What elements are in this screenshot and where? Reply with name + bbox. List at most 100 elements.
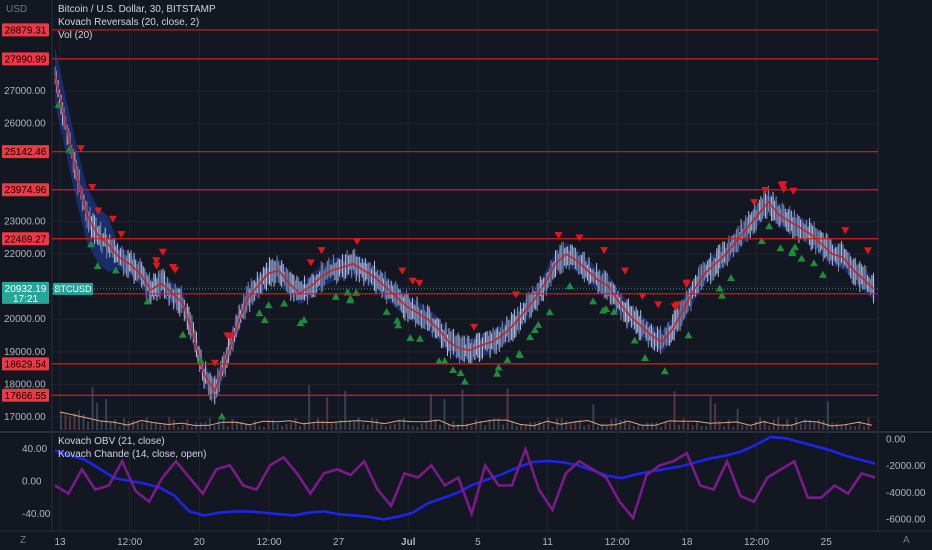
legend-chande[interactable]: Kovach Chande (14, close, open) [58, 449, 206, 460]
volume-bar [100, 421, 103, 430]
volume-bar [840, 425, 843, 430]
x-tick-label: Jul [401, 537, 416, 548]
volume-bar [159, 424, 162, 430]
volume-bar [754, 421, 757, 430]
x-tick-label: 5 [475, 537, 481, 548]
x-tick-label: 18 [681, 537, 693, 548]
signal-up-marker [515, 349, 524, 357]
volume-bar [344, 390, 347, 430]
volume-bar [849, 425, 852, 430]
volume-bar [718, 420, 721, 430]
volume-bar [515, 425, 518, 430]
volume-bar [786, 419, 789, 430]
volume-bar [384, 426, 387, 430]
signal-up-marker [217, 412, 226, 420]
volume-bar [524, 424, 527, 430]
volume-bar [371, 417, 374, 430]
volume-bar [529, 422, 532, 430]
volume-bar [362, 423, 365, 430]
volume-bar [263, 426, 265, 430]
volume-bar [109, 421, 112, 430]
legend-obv[interactable]: Kovach OBV (21, close) [58, 436, 165, 447]
indicator-left-tick: -40.00 [22, 509, 51, 520]
volume-bar [443, 399, 446, 430]
volume-bar [348, 420, 351, 430]
y-tick-label: 17000.00 [4, 412, 46, 423]
level-label: 27990.99 [5, 54, 47, 65]
volume-bar [91, 387, 94, 430]
signal-up-marker [255, 309, 264, 317]
volume-bar [551, 426, 554, 430]
volume-bar [217, 420, 220, 430]
volume-bar [168, 417, 171, 430]
volume-bar [709, 396, 712, 430]
signal-down-marker [317, 247, 326, 255]
signal-down-marker [621, 267, 630, 275]
signal-down-marker [511, 291, 520, 299]
legend-volume[interactable]: Vol (20) [58, 30, 92, 41]
x-tick-label: 13 [54, 537, 66, 548]
volume-bar [813, 421, 816, 430]
volume-bar [244, 424, 247, 430]
indicator-left-tick: 0.00 [22, 477, 42, 488]
volume-bar [389, 424, 392, 430]
volume-bar [641, 424, 644, 430]
signal-down-marker [470, 323, 479, 331]
signal-up-marker [393, 316, 402, 324]
y-tick-label: 19000.00 [4, 347, 46, 358]
y-tick-label: 23000.00 [4, 216, 46, 227]
signal-up-marker [589, 297, 598, 305]
zoom-corner-button[interactable]: Z [20, 535, 26, 546]
volume-bar [506, 388, 509, 430]
volume-bar [177, 426, 180, 430]
level-label: 23974.96 [5, 185, 47, 196]
y-tick-label: 22000.00 [4, 249, 46, 260]
volume-bar [380, 422, 383, 430]
volume-bar [484, 425, 487, 430]
x-tick-label: 27 [333, 537, 345, 548]
x-tick-label: 12:00 [744, 537, 769, 548]
volume-bar [587, 424, 590, 430]
volume-bar [655, 422, 658, 430]
volume-bar [835, 423, 838, 430]
auto-scale-button[interactable]: A [903, 535, 910, 546]
signal-up-marker [406, 333, 415, 341]
signal-up-marker [715, 284, 724, 292]
signal-up-marker [776, 244, 785, 252]
legend-kovach-reversals[interactable]: Kovach Reversals (20, close, 2) [58, 17, 199, 28]
signal-down-marker [600, 247, 609, 255]
volume-bar [596, 426, 599, 430]
volume-bar [353, 421, 356, 430]
signal-up-marker [684, 331, 693, 339]
volume-bar [826, 401, 829, 430]
volume-bar [290, 422, 293, 430]
signal-up-marker [415, 334, 424, 342]
volume-bar [700, 426, 703, 430]
signal-down-marker [408, 277, 417, 285]
volume-bar [632, 425, 635, 430]
signal-down-marker [554, 231, 563, 239]
volume-bar [163, 424, 166, 430]
volume-bar [619, 419, 622, 430]
volume-bar [181, 424, 184, 430]
volume-bar [132, 420, 135, 430]
volume-bar [438, 424, 441, 430]
volume-bar [411, 425, 414, 430]
indicator-right-tick: 0.00 [886, 435, 906, 446]
volume-bar [326, 397, 329, 430]
volume-bar [222, 418, 225, 430]
volume-bar [393, 423, 396, 430]
volume-bar [357, 417, 360, 430]
legend-main[interactable]: Bitcoin / U.S. Dollar, 30, BITSTAMP [58, 4, 216, 15]
volume-bar [429, 393, 432, 430]
volume-bar [605, 425, 608, 430]
signal-up-marker [791, 243, 800, 251]
signal-up-marker [717, 291, 726, 299]
volume-bar [141, 422, 144, 430]
volume-bar [452, 420, 455, 430]
volume-bar [867, 417, 870, 430]
volume-bar [249, 425, 252, 430]
volume-bar [64, 414, 67, 430]
signal-up-marker [264, 301, 273, 309]
signal-down-marker [789, 187, 798, 195]
